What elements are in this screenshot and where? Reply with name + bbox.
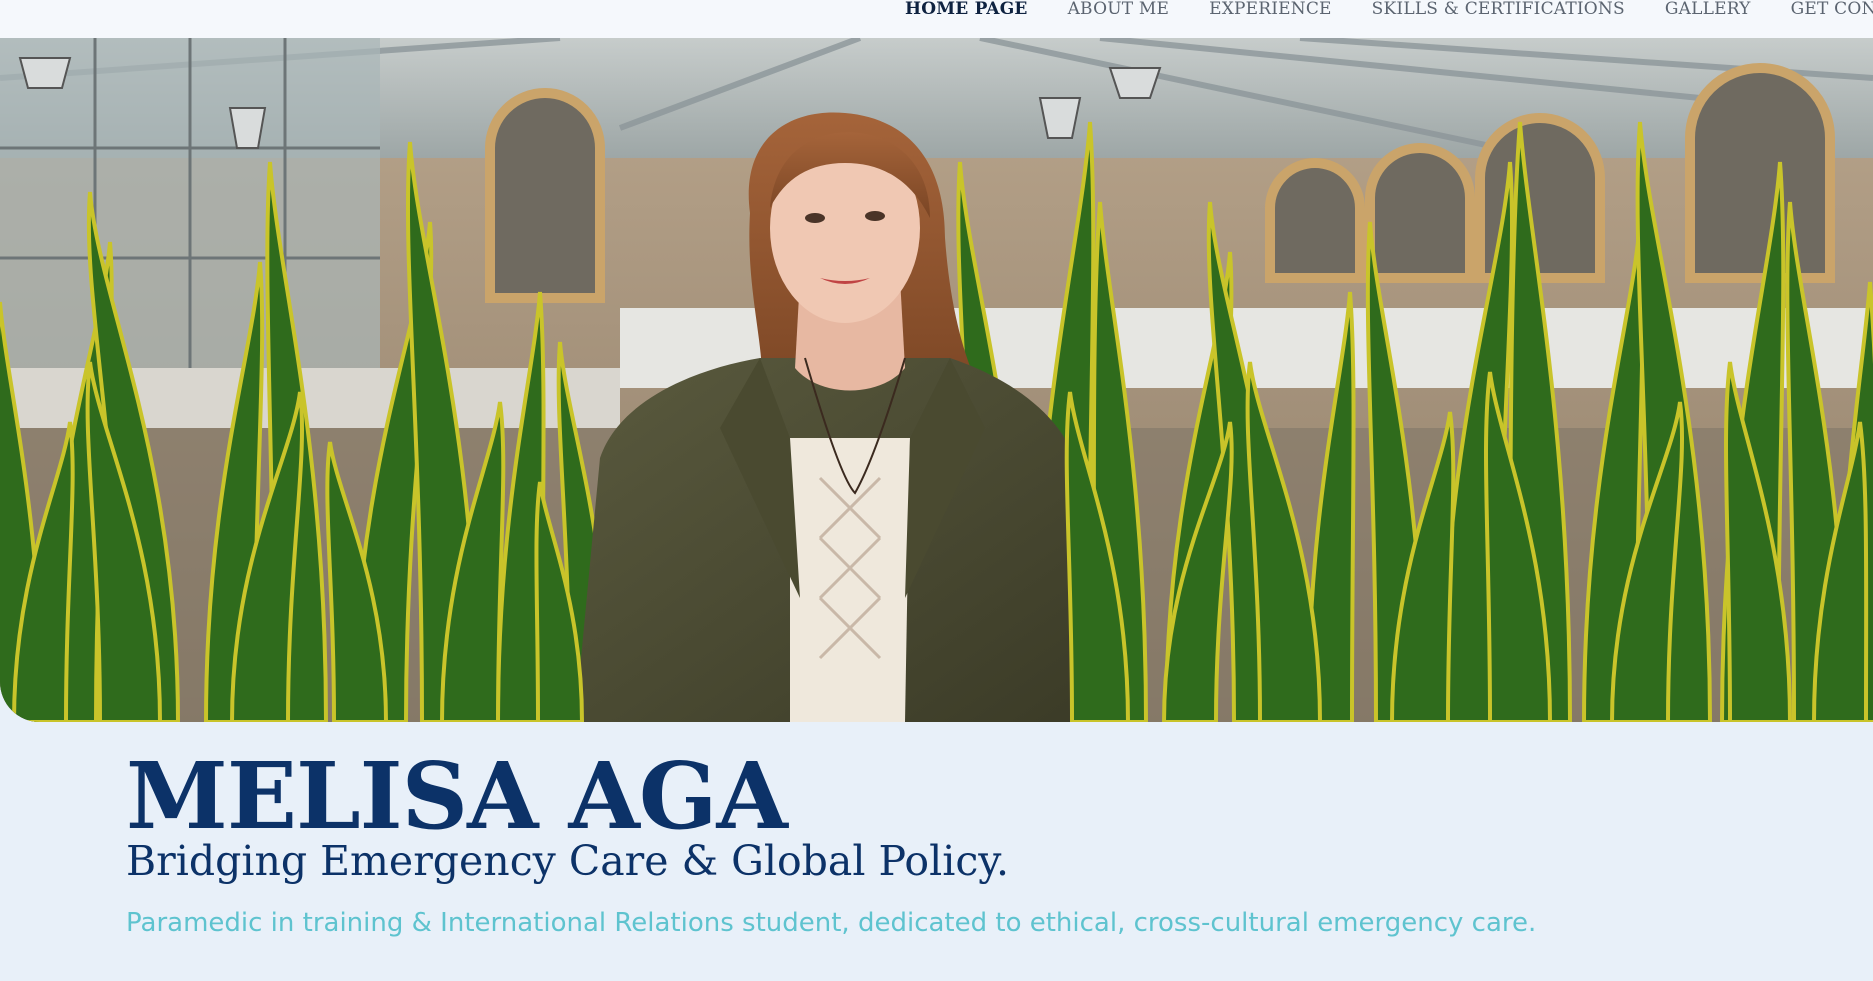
- nav-skills-certifications[interactable]: SKILLS & CERTIFICATIONS: [1372, 0, 1625, 22]
- hero-description: Paramedic in training & International Re…: [126, 908, 1537, 938]
- hero-text-block: MELISA AGA Bridging Emergency Care & Glo…: [126, 750, 1536, 938]
- nav-gallery[interactable]: GALLERY: [1665, 0, 1751, 22]
- main-nav: HOME PAGE ABOUT ME EXPERIENCE SKILLS & C…: [905, 0, 1873, 22]
- nav-home-page[interactable]: HOME PAGE: [905, 0, 1028, 22]
- hero-photo-illustration: [0, 38, 1873, 722]
- page-title: MELISA AGA: [126, 742, 788, 850]
- nav-get-contact[interactable]: GET CONTAC: [1791, 0, 1873, 22]
- hero-photo: [0, 38, 1873, 722]
- nav-experience[interactable]: EXPERIENCE: [1209, 0, 1332, 22]
- top-navigation-bar: HOME PAGE ABOUT ME EXPERIENCE SKILLS & C…: [0, 0, 1873, 38]
- nav-about-me[interactable]: ABOUT ME: [1068, 0, 1170, 22]
- hero-tagline: Bridging Emergency Care & Global Policy.: [126, 837, 1010, 885]
